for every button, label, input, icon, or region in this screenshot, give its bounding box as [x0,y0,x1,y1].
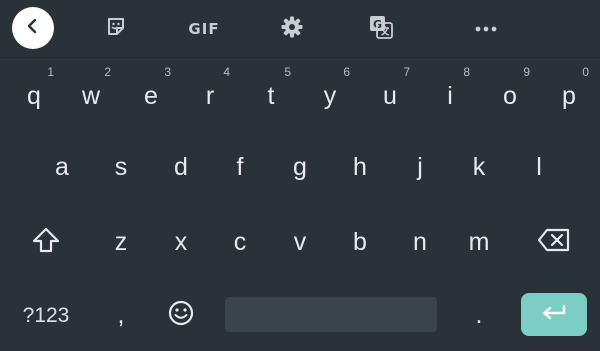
symbols-key[interactable]: ?123 [8,291,84,339]
key-y[interactable]: 6y [302,65,358,120]
key-label: p [562,81,576,110]
key-label: k [472,152,486,181]
key-r[interactable]: 4r [182,65,238,120]
key-label: t [267,81,275,110]
enter-key[interactable] [521,293,587,336]
backspace-key[interactable] [526,218,582,266]
more-button[interactable] [472,15,500,43]
key-v[interactable]: v [272,218,328,266]
key-k[interactable]: k [451,143,507,191]
key-label: f [236,152,244,181]
symbols-label: ?123 [22,303,70,327]
key-label: o [503,81,517,110]
gif-button[interactable]: GIF [186,15,222,43]
translate-icon: G [368,14,394,45]
key-x[interactable]: x [153,218,209,266]
key-f[interactable]: f [212,143,268,191]
key-n[interactable]: n [392,218,448,266]
key-hint: 4 [223,65,230,79]
key-label: i [447,81,453,110]
sticker-icon [104,15,128,44]
key-label: q [27,81,41,110]
key-label: m [468,227,490,256]
key-label: z [114,227,128,256]
key-g[interactable]: g [272,143,328,191]
settings-button[interactable] [278,15,306,43]
key-e[interactable]: 3e [123,65,179,120]
key-label: n [413,227,427,256]
shift-key[interactable] [18,218,74,266]
chevron-left-icon [25,18,41,39]
key-hint: 2 [104,65,111,79]
key-j[interactable]: j [392,143,448,191]
key-label: . [475,300,483,329]
key-d[interactable]: d [153,143,209,191]
key-c[interactable]: c [212,218,268,266]
key-label: v [293,227,307,256]
key-label: d [174,152,188,181]
backspace-icon [537,228,571,257]
sticker-button[interactable] [102,15,130,43]
key-label: r [205,81,215,110]
key-w[interactable]: 2w [63,65,119,120]
key-o[interactable]: 9o [482,65,538,120]
back-button[interactable] [12,7,54,49]
key-label: c [233,227,247,256]
key-label: g [293,152,307,181]
key-l[interactable]: l [511,143,567,191]
key-label: e [144,81,158,110]
shift-arrow-icon [31,225,61,260]
key-hint: 7 [403,65,410,79]
key-hint: 5 [284,65,291,79]
translate-button[interactable]: G [367,15,395,43]
space-bar[interactable] [225,297,437,332]
key-hint: 8 [463,65,470,79]
key-hint: 9 [523,65,530,79]
key-label: , [117,300,125,329]
gear-icon [280,15,304,44]
key-q[interactable]: 1q [6,65,62,120]
key-label: s [114,152,128,181]
key-s[interactable]: s [93,143,149,191]
key-label: j [417,152,423,181]
comma-key[interactable]: , [93,291,149,339]
period-key[interactable]: . [451,291,507,339]
key-u[interactable]: 7u [362,65,418,120]
key-label: b [353,227,367,256]
key-label: u [383,81,397,110]
smiley-icon [167,299,195,332]
key-hint: 6 [343,65,350,79]
key-z[interactable]: z [93,218,149,266]
key-label: a [55,152,69,181]
key-i[interactable]: 8i [422,65,478,120]
key-label: y [323,81,337,110]
key-label: l [536,152,542,181]
emoji-key[interactable] [153,291,209,339]
key-label: w [81,81,101,110]
key-hint: 1 [47,65,54,79]
toolbar-divider [0,57,600,58]
key-hint: 0 [582,65,589,79]
more-horizontal-icon [474,20,498,38]
key-t[interactable]: 5t [243,65,299,120]
key-label: x [174,227,188,256]
key-p[interactable]: 0p [541,65,597,120]
key-label: h [353,152,367,181]
enter-arrow-icon [540,302,568,327]
key-b[interactable]: b [332,218,388,266]
key-a[interactable]: a [34,143,90,191]
key-h[interactable]: h [332,143,388,191]
key-hint: 3 [164,65,171,79]
suggestion-toolbar: GIF G [0,0,600,57]
gif-label: GIF [188,20,220,38]
key-m[interactable]: m [451,218,507,266]
